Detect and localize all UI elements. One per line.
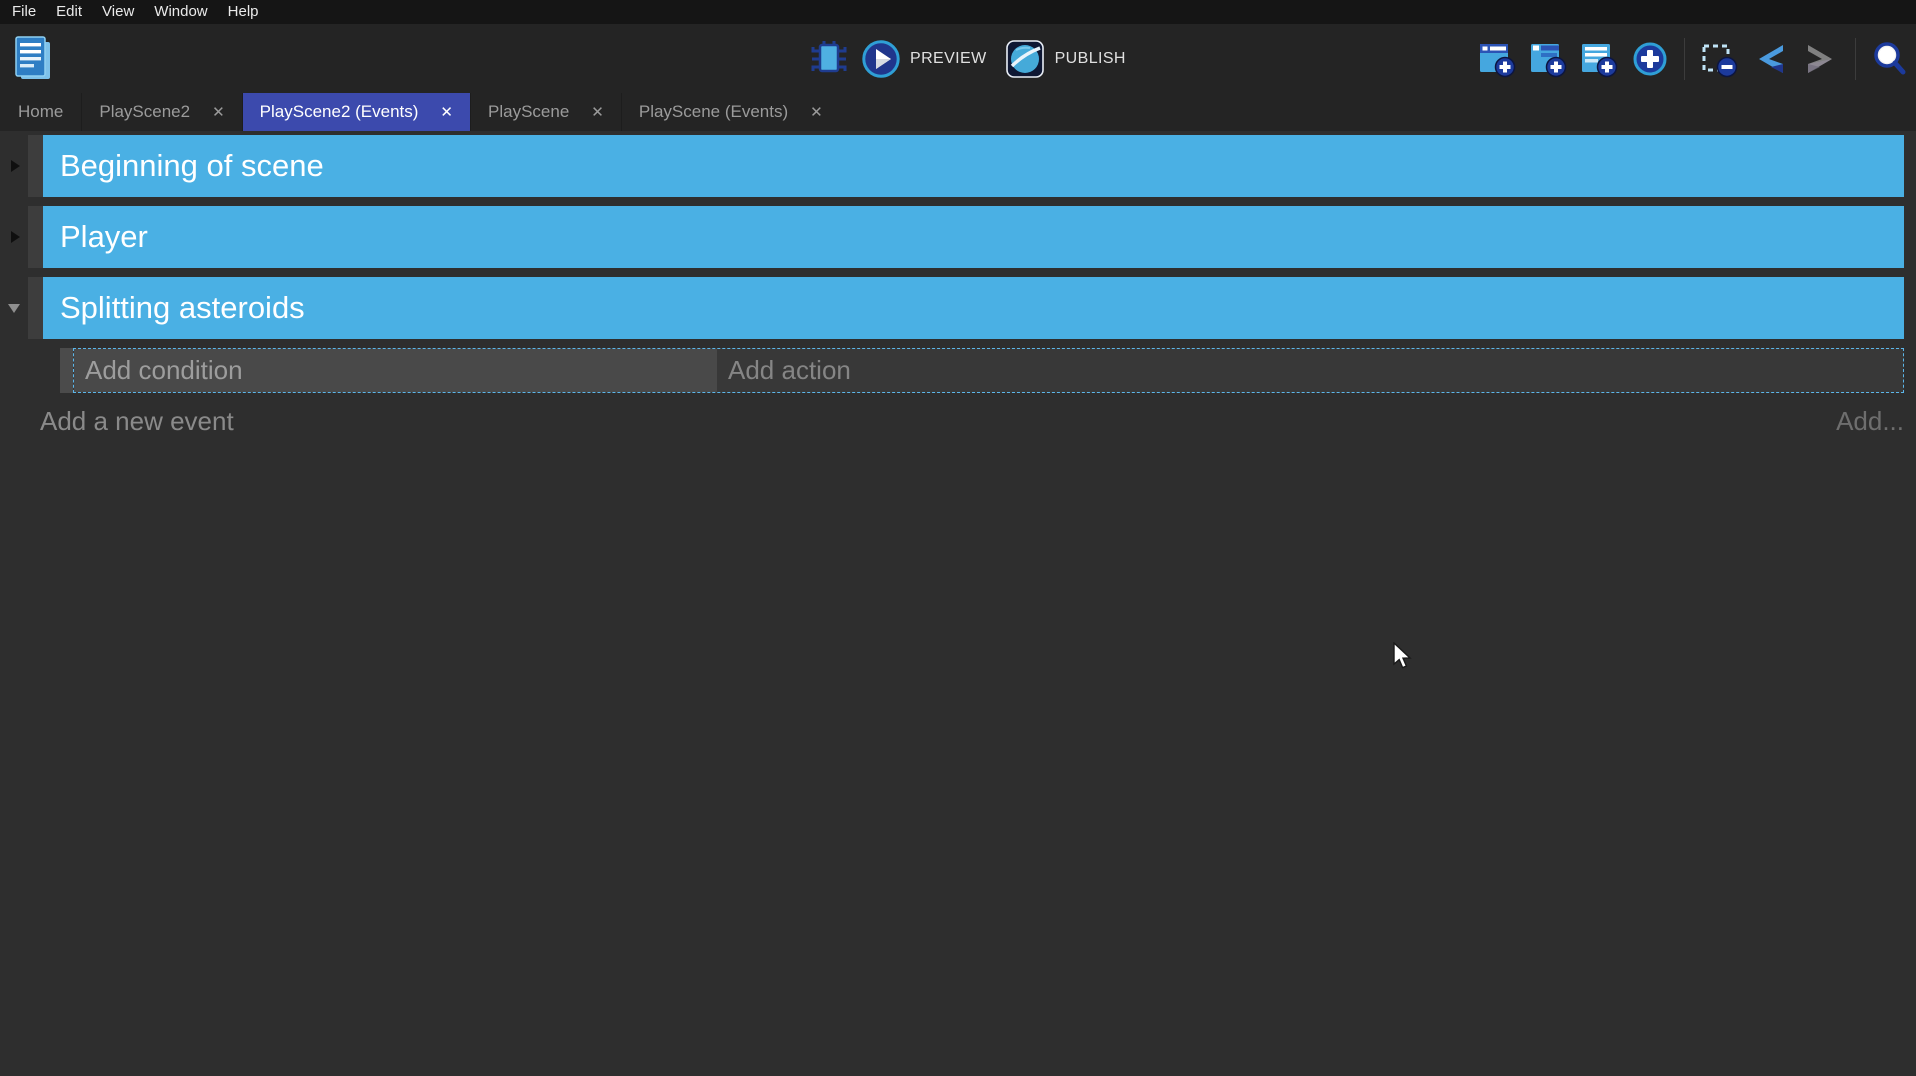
add-new-event-button[interactable]: Add a new event <box>40 406 234 437</box>
tab-playscene[interactable]: PlayScene ✕ <box>470 93 621 131</box>
mouse-cursor-icon <box>1392 642 1414 677</box>
collapse-arrow-icon[interactable] <box>8 304 20 313</box>
tab-label: PlayScene2 <box>99 102 190 122</box>
add-action-button[interactable]: Add action <box>717 349 1903 392</box>
tab-playscene2[interactable]: PlayScene2 ✕ <box>81 93 241 131</box>
preview-button[interactable]: PREVIEW <box>910 50 987 68</box>
menu-edit[interactable]: Edit <box>46 0 92 24</box>
group-drag-handle[interactable] <box>28 206 43 268</box>
add-condition-button[interactable]: Add condition <box>74 349 717 392</box>
events-sheet: Beginning of scene Player Splitting aste… <box>0 131 1916 1076</box>
add-event-row: Add a new event Add... <box>40 403 1904 439</box>
tab-label: PlayScene <box>488 102 569 122</box>
tab-home[interactable]: Home <box>0 93 81 131</box>
group-title: Player <box>60 219 148 255</box>
event-group-row: Splitting asteroids <box>0 277 1904 339</box>
close-icon[interactable]: ✕ <box>212 105 225 120</box>
menu-window[interactable]: Window <box>144 0 217 24</box>
add-event-icon[interactable] <box>1478 40 1516 78</box>
menu-bar: File Edit View Window Help <box>0 0 1916 24</box>
expand-arrow-icon[interactable] <box>11 160 20 172</box>
close-icon[interactable]: ✕ <box>591 105 604 120</box>
selected-empty-event: Add condition Add action <box>60 348 1904 393</box>
event-group-row: Player <box>0 206 1904 268</box>
tab-label: PlayScene2 (Events) <box>260 102 419 122</box>
group-title: Beginning of scene <box>60 148 324 184</box>
group-drag-handle[interactable] <box>28 135 43 197</box>
group-title: Splitting asteroids <box>60 290 305 326</box>
close-icon[interactable]: ✕ <box>810 105 823 120</box>
tab-bar: Home PlayScene2 ✕ PlayScene2 (Events) ✕ … <box>0 93 1916 131</box>
add-comment-icon[interactable] <box>1580 40 1618 78</box>
menu-file[interactable]: File <box>2 0 46 24</box>
expand-arrow-icon[interactable] <box>11 231 20 243</box>
event-drag-handle[interactable] <box>60 348 73 393</box>
add-subevent-icon[interactable] <box>1529 40 1567 78</box>
add-circle-icon[interactable] <box>1631 40 1669 78</box>
search-icon[interactable] <box>1871 40 1909 78</box>
toolbar-separator <box>1855 38 1856 80</box>
undo-icon[interactable] <box>1751 40 1789 78</box>
add-action-label: Add action <box>728 355 851 386</box>
tab-label: PlayScene (Events) <box>639 102 788 122</box>
event-group-row: Beginning of scene <box>0 135 1904 197</box>
delete-selection-icon[interactable] <box>1700 40 1738 78</box>
event-group-player[interactable]: Player <box>43 206 1904 268</box>
redo-icon[interactable] <box>1802 40 1840 78</box>
publish-button[interactable]: PUBLISH <box>1055 50 1126 68</box>
toolbar-separator <box>1684 38 1685 80</box>
add-condition-label: Add condition <box>85 355 243 386</box>
events-toolbar <box>1478 24 1909 93</box>
main-toolbar: PREVIEW PUBLISH <box>0 24 1916 93</box>
project-manager-icon[interactable] <box>12 35 54 83</box>
event-group-splitting-asteroids[interactable]: Splitting asteroids <box>43 277 1904 339</box>
tab-label: Home <box>18 102 63 122</box>
menu-help[interactable]: Help <box>218 0 269 24</box>
tab-playscene2-events[interactable]: PlayScene2 (Events) ✕ <box>242 93 470 131</box>
event-group-beginning-of-scene[interactable]: Beginning of scene <box>43 135 1904 197</box>
menu-view[interactable]: View <box>92 0 144 24</box>
run-cluster: PREVIEW PUBLISH <box>806 24 1132 93</box>
tab-playscene-events[interactable]: PlayScene (Events) ✕ <box>621 93 840 131</box>
debug-icon[interactable] <box>806 36 852 82</box>
play-circle-icon[interactable] <box>860 38 902 80</box>
close-icon[interactable]: ✕ <box>440 105 453 120</box>
event-selection-outline: Add condition Add action <box>73 348 1904 393</box>
add-more-button[interactable]: Add... <box>1836 406 1904 437</box>
group-drag-handle[interactable] <box>28 277 43 339</box>
globe-icon[interactable] <box>1003 37 1047 81</box>
